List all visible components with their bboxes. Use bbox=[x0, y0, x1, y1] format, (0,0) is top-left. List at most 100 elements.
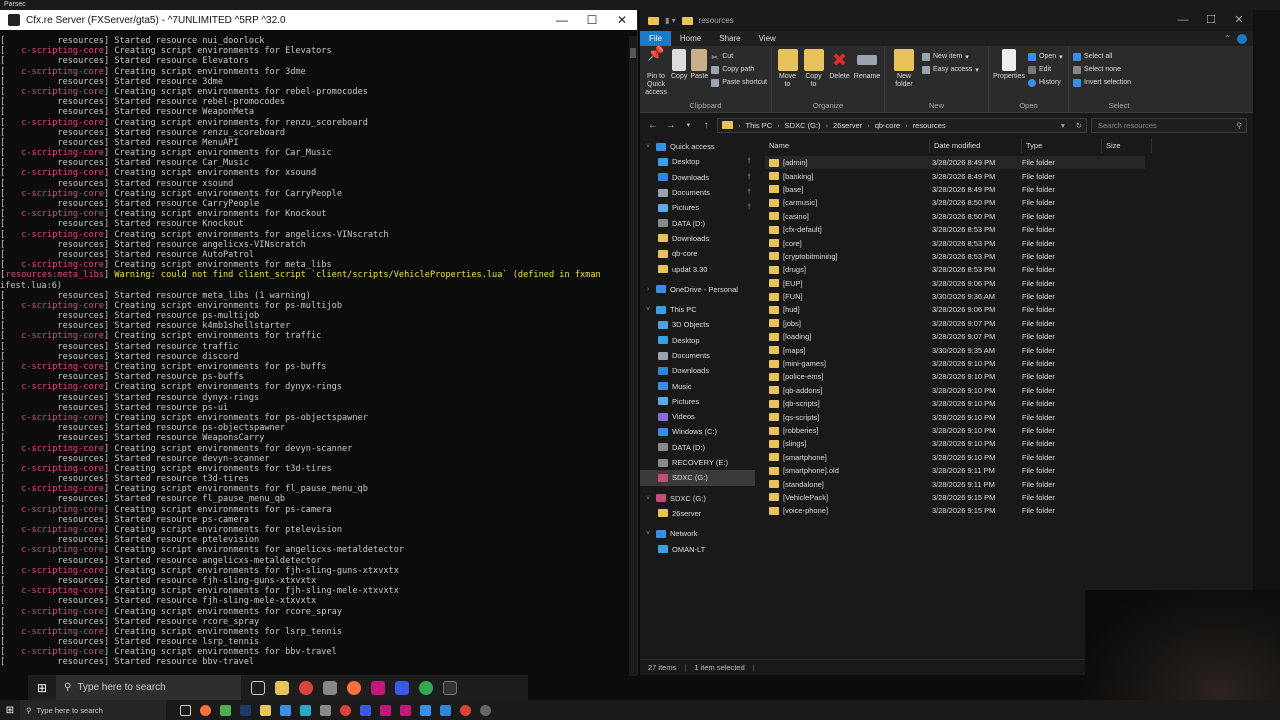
chrome-icon[interactable] bbox=[419, 680, 433, 695]
nav-item[interactable]: Desktop bbox=[640, 333, 755, 348]
file-row[interactable]: [base] 3/28/2026 8:49 PM File folder bbox=[765, 183, 1253, 196]
refresh-icon[interactable]: ↻ bbox=[1076, 121, 1082, 130]
app-icon[interactable] bbox=[300, 704, 311, 716]
nav-item[interactable]: Downloads bbox=[640, 231, 755, 246]
app-icon[interactable] bbox=[395, 680, 409, 695]
tab-share[interactable]: Share bbox=[710, 31, 749, 46]
chevron-down-icon[interactable]: ˅ bbox=[644, 530, 652, 537]
task-view-icon[interactable] bbox=[251, 680, 265, 695]
file-row[interactable]: [police-ems] 3/28/2026 9:10 PM File folder bbox=[765, 370, 1253, 383]
minimize-button[interactable]: — bbox=[1169, 10, 1197, 31]
easy-access-button[interactable]: Easy access ▾ bbox=[922, 64, 979, 75]
firefox-icon[interactable] bbox=[347, 680, 361, 695]
column-date-modified[interactable]: Date modified bbox=[930, 139, 1022, 153]
terminal-icon[interactable] bbox=[443, 680, 457, 695]
new-folder-button[interactable]: New folder bbox=[889, 49, 919, 100]
properties-button[interactable]: Properties bbox=[993, 49, 1025, 100]
app-icon[interactable] bbox=[440, 704, 451, 716]
navigation-pane[interactable]: ˅ Quick access Desktop † Downloads † Documents… bbox=[640, 137, 755, 659]
app-icon[interactable] bbox=[380, 704, 391, 716]
file-row[interactable]: [standalone] 3/28/2026 9:11 PM File folder bbox=[765, 477, 1253, 490]
app-icon[interactable] bbox=[420, 704, 431, 716]
chrome-icon[interactable] bbox=[340, 704, 351, 716]
open-button[interactable]: Open ▾ bbox=[1028, 51, 1063, 62]
app-icon[interactable] bbox=[220, 704, 231, 716]
collapse-ribbon-icon[interactable]: ⌃ bbox=[1224, 34, 1231, 43]
nav-item[interactable]: DATA (D:) bbox=[640, 215, 755, 230]
minimize-button[interactable]: — bbox=[547, 10, 577, 30]
nav-item[interactable]: ˅ Network bbox=[640, 526, 755, 541]
file-row[interactable]: [qs-scripts] 3/28/2026 9:10 PM File folder bbox=[765, 410, 1253, 423]
address-dropdown-icon[interactable]: ▾ bbox=[1061, 121, 1065, 130]
breadcrumb-this-pc[interactable]: This PC bbox=[746, 121, 773, 130]
file-row[interactable]: [robberies] 3/28/2026 9:10 PM File folder bbox=[765, 424, 1253, 437]
windows-start-icon[interactable]: ⊞ bbox=[0, 705, 20, 716]
file-row[interactable]: [admin] 3/28/2026 8:49 PM File folder bbox=[765, 156, 1145, 170]
console-scrollbar[interactable] bbox=[629, 36, 637, 676]
breadcrumb-26server[interactable]: 26server bbox=[833, 121, 862, 130]
close-button[interactable]: ✕ bbox=[1225, 10, 1253, 31]
new-item-button[interactable]: New item ▾ bbox=[922, 51, 979, 62]
file-explorer-window[interactable]: ▮ ▾ resources — ☐ ✕ File Home Share View… bbox=[640, 10, 1253, 675]
file-row[interactable]: [qb-addons] 3/28/2026 9:10 PM File folder bbox=[765, 384, 1253, 397]
address-bar[interactable]: › This PC › SDXC (G:) › 26server › qb-core ›… bbox=[717, 117, 1087, 133]
file-row[interactable]: [carmusic] 3/28/2026 8:50 PM File folder bbox=[765, 196, 1253, 209]
inner-search-box[interactable]: ⚲ Type here to search bbox=[56, 675, 241, 700]
chrome-icon[interactable] bbox=[299, 680, 313, 695]
copy-to-button[interactable]: Copy to bbox=[802, 49, 825, 100]
outer-search-box[interactable]: ⚲ Type here to search bbox=[20, 700, 166, 720]
file-row[interactable]: [banking] 3/28/2026 8:49 PM File folder bbox=[765, 169, 1253, 182]
file-row[interactable]: [cfx-default] 3/28/2026 8:53 PM File folde… bbox=[765, 223, 1253, 236]
select-all-button[interactable]: Select all bbox=[1073, 51, 1131, 62]
scroll-thumb[interactable] bbox=[630, 48, 636, 58]
nav-item[interactable]: Pictures † bbox=[640, 200, 755, 215]
app-icon[interactable] bbox=[280, 704, 291, 716]
maximize-button[interactable]: ☐ bbox=[1197, 10, 1225, 31]
tab-view[interactable]: View bbox=[750, 31, 785, 46]
breadcrumb-sdxc[interactable]: SDXC (G:) bbox=[785, 121, 821, 130]
file-row[interactable]: [drugs] 3/28/2026 8:53 PM File folder bbox=[765, 263, 1253, 276]
firefox-icon[interactable] bbox=[200, 704, 211, 716]
app-icon[interactable] bbox=[360, 704, 371, 716]
nav-item[interactable]: qb-core bbox=[640, 246, 755, 261]
file-row[interactable]: [jobs] 3/28/2026 9:07 PM File folder bbox=[765, 317, 1253, 330]
copy-button[interactable]: Copy bbox=[671, 49, 687, 100]
file-row[interactable]: [voice-phone] 3/28/2026 9:15 PM File folde… bbox=[765, 504, 1253, 517]
nav-item[interactable]: ˅ SDXC (G:) bbox=[640, 491, 755, 506]
pin-quick-access-button[interactable]: 📌 Pin to Quick access bbox=[644, 46, 668, 100]
app-icon[interactable] bbox=[371, 680, 385, 695]
task-view-icon[interactable] bbox=[180, 704, 191, 716]
app-icon[interactable] bbox=[320, 704, 331, 716]
close-button[interactable]: ✕ bbox=[607, 10, 637, 30]
app-icon[interactable] bbox=[323, 680, 337, 695]
nav-item[interactable]: Downloads † bbox=[640, 170, 755, 185]
nav-item[interactable]: 26server bbox=[640, 506, 755, 521]
nav-item[interactable]: updat 3.30 bbox=[640, 261, 755, 276]
file-row[interactable]: [cryptobitmining] 3/28/2026 8:53 PM File f… bbox=[765, 250, 1253, 263]
file-row[interactable]: [VehiclePack] 3/28/2026 9:15 PM File folde… bbox=[765, 491, 1253, 504]
nav-item[interactable]: SDXC (G:) bbox=[640, 470, 755, 486]
nav-item[interactable]: Downloads bbox=[640, 363, 755, 378]
file-row[interactable]: [hud] 3/28/2026 9:06 PM File folder bbox=[765, 303, 1253, 316]
file-list[interactable]: Name Date modified Type Size [admin] 3/28… bbox=[755, 137, 1253, 659]
column-size[interactable]: Size bbox=[1102, 139, 1152, 153]
paste-shortcut-button[interactable]: Paste shortcut bbox=[711, 77, 767, 88]
invert-selection-button[interactable]: Invert selection bbox=[1073, 77, 1131, 88]
nav-item[interactable]: DATA (D:) bbox=[640, 440, 755, 455]
file-explorer-icon[interactable] bbox=[275, 680, 289, 695]
recent-chevron-icon[interactable]: ▾ bbox=[682, 121, 696, 129]
app-icon[interactable] bbox=[400, 704, 411, 716]
file-row[interactable]: [loading] 3/28/2026 9:07 PM File folder bbox=[765, 330, 1253, 343]
file-row[interactable]: [EUP] 3/28/2026 9:06 PM File folder bbox=[765, 277, 1253, 290]
file-row[interactable]: [smartphone] 3/28/2026 9:10 PM File folder bbox=[765, 451, 1253, 464]
chevron-right-icon[interactable]: › bbox=[644, 286, 652, 293]
nav-item[interactable]: Videos bbox=[640, 409, 755, 424]
forward-arrow-icon[interactable]: → bbox=[664, 120, 678, 131]
paste-button[interactable]: Paste bbox=[690, 49, 708, 100]
file-row[interactable]: [qb-scripts] 3/28/2026 9:10 PM File folder bbox=[765, 397, 1253, 410]
file-row[interactable]: [mini-games] 3/28/2026 9:10 PM File folder bbox=[765, 357, 1253, 370]
help-icon[interactable] bbox=[1237, 33, 1247, 44]
copy-path-button[interactable]: Copy path bbox=[711, 64, 767, 75]
cut-button[interactable]: ✂ Cut bbox=[711, 51, 767, 62]
column-type[interactable]: Type bbox=[1022, 139, 1102, 153]
